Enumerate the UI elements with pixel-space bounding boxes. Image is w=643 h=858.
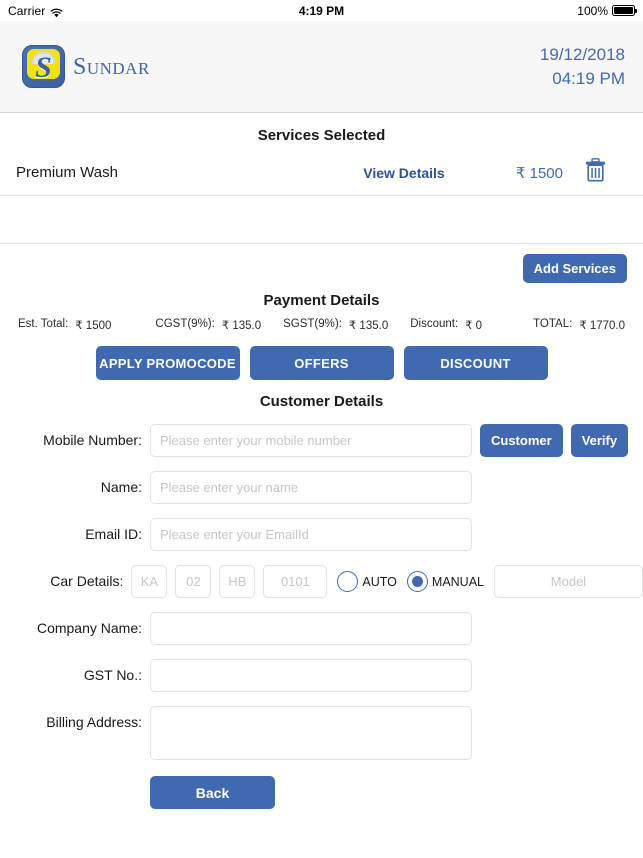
gst-no-input[interactable] (150, 659, 472, 692)
car-series-input[interactable] (219, 565, 256, 598)
gst-no-label: GST No.: (83, 667, 142, 683)
est-total-value: ₹ 1500 (75, 320, 112, 332)
delete-service-button[interactable] (563, 158, 627, 187)
payment-details-title: Payment Details (263, 292, 380, 309)
service-price: ₹ 1500 (515, 164, 563, 182)
car-details-row: Car Details: AUTO MANUAL (0, 565, 643, 598)
car-details-label: Car Details: (50, 573, 124, 589)
payment-sgst: SGST(9%): ₹ 135.0 (283, 318, 388, 332)
email-label: Email ID: (85, 526, 142, 542)
company-name-input[interactable] (150, 612, 472, 645)
sgst-value: ₹ 135.0 (348, 320, 389, 332)
wifi-icon (50, 7, 63, 17)
status-bar-clock: 4:19 PM (298, 3, 345, 18)
back-button[interactable]: Back (150, 776, 275, 809)
customer-details-title: Customer Details (259, 393, 384, 410)
view-details-link[interactable]: View Details (329, 165, 479, 181)
payment-est-total: Est. Total: ₹ 1500 (18, 318, 111, 332)
app-screen: Carrier 4:19 PM 100% S Sundar 19/12/2018… (0, 0, 643, 858)
logo-letter: S (35, 50, 52, 84)
mobile-number-label: Mobile Number: (43, 432, 142, 448)
table-row[interactable]: Premium Wash View Details ₹ 1500 (0, 150, 643, 196)
services-empty-row (0, 196, 643, 244)
add-services-button[interactable]: Add Services (522, 254, 627, 283)
transmission-manual-option[interactable]: MANUAL (406, 571, 484, 592)
name-row: Name: (0, 471, 643, 504)
total-value: ₹ 1770.0 (579, 320, 625, 332)
discount-label: Discount: (410, 318, 459, 330)
car-model-input[interactable] (494, 565, 643, 598)
services-selected-title: Services Selected (257, 127, 386, 144)
service-name: Premium Wash (16, 164, 118, 181)
payment-cgst: CGST(9%): ₹ 135.0 (155, 318, 261, 332)
gst-no-row: GST No.: (0, 659, 643, 692)
billing-address-label: Billing Address: (46, 714, 142, 730)
name-input[interactable] (150, 471, 472, 504)
transmission-manual-label: MANUAL (431, 574, 484, 589)
status-bar-right: 100% (577, 3, 637, 18)
name-label: Name: (100, 479, 142, 495)
discount-value: ₹ 0 (465, 320, 483, 332)
cgst-label: CGST(9%): (155, 318, 215, 330)
customer-form: Mobile Number: Customer Verify Name: Ema… (0, 424, 643, 809)
car-details-group: AUTO MANUAL (131, 565, 643, 598)
customer-button[interactable]: Customer (480, 424, 563, 457)
car-district-input[interactable] (175, 565, 212, 598)
mobile-number-input[interactable] (150, 424, 472, 457)
ios-status-bar: Carrier 4:19 PM 100% (0, 0, 643, 21)
header-datetime: 19/12/2018 04:19 PM (540, 43, 625, 91)
radio-auto-icon[interactable] (337, 571, 359, 592)
sundar-logo-icon: S (22, 45, 65, 88)
transmission-auto-option[interactable]: AUTO (337, 571, 397, 592)
battery-percent-label: 100% (577, 3, 608, 18)
brand-logo[interactable]: S Sundar (22, 45, 150, 88)
status-bar-left: Carrier (8, 4, 63, 18)
apply-promocode-button[interactable]: APPLY PROMOCODE (95, 346, 240, 380)
payment-discount: Discount: ₹ 0 (410, 318, 482, 332)
carrier-label: Carrier (8, 3, 46, 18)
email-row: Email ID: (0, 518, 643, 551)
battery-full-icon (612, 5, 637, 16)
sgst-label: SGST(9%): (283, 318, 342, 330)
header-time: 04:19 PM (552, 68, 625, 88)
billing-address-row: Billing Address: (0, 706, 643, 760)
radio-manual-icon[interactable] (406, 571, 428, 592)
brand-name-label: Sundar (73, 53, 150, 80)
est-total-label: Est. Total: (18, 318, 69, 330)
company-name-label: Company Name: (36, 620, 142, 636)
back-row: Back (0, 776, 643, 809)
trash-icon (585, 158, 606, 187)
header-date: 19/12/2018 (539, 44, 625, 64)
cgst-value: ₹ 135.0 (221, 320, 262, 332)
car-number-input[interactable] (263, 565, 328, 598)
car-state-input[interactable] (131, 565, 168, 598)
app-header: S Sundar 19/12/2018 04:19 PM (0, 21, 643, 113)
add-services-row: Add Services (0, 244, 643, 283)
offers-button[interactable]: OFFERS (249, 346, 394, 380)
email-input[interactable] (150, 518, 472, 551)
billing-address-input[interactable] (150, 706, 472, 760)
transmission-auto-label: AUTO (362, 574, 397, 589)
company-name-row: Company Name: (0, 612, 643, 645)
payment-summary-row: Est. Total: ₹ 1500 CGST(9%): ₹ 135.0 SGS… (0, 309, 643, 332)
payment-total: TOTAL: ₹ 1770.0 (533, 318, 625, 332)
payment-actions: APPLY PROMOCODE OFFERS DISCOUNT (0, 332, 643, 380)
total-label: TOTAL: (533, 318, 573, 330)
mobile-number-row: Mobile Number: Customer Verify (0, 424, 643, 457)
verify-button[interactable]: Verify (570, 424, 629, 457)
discount-button[interactable]: DISCOUNT (403, 346, 548, 380)
